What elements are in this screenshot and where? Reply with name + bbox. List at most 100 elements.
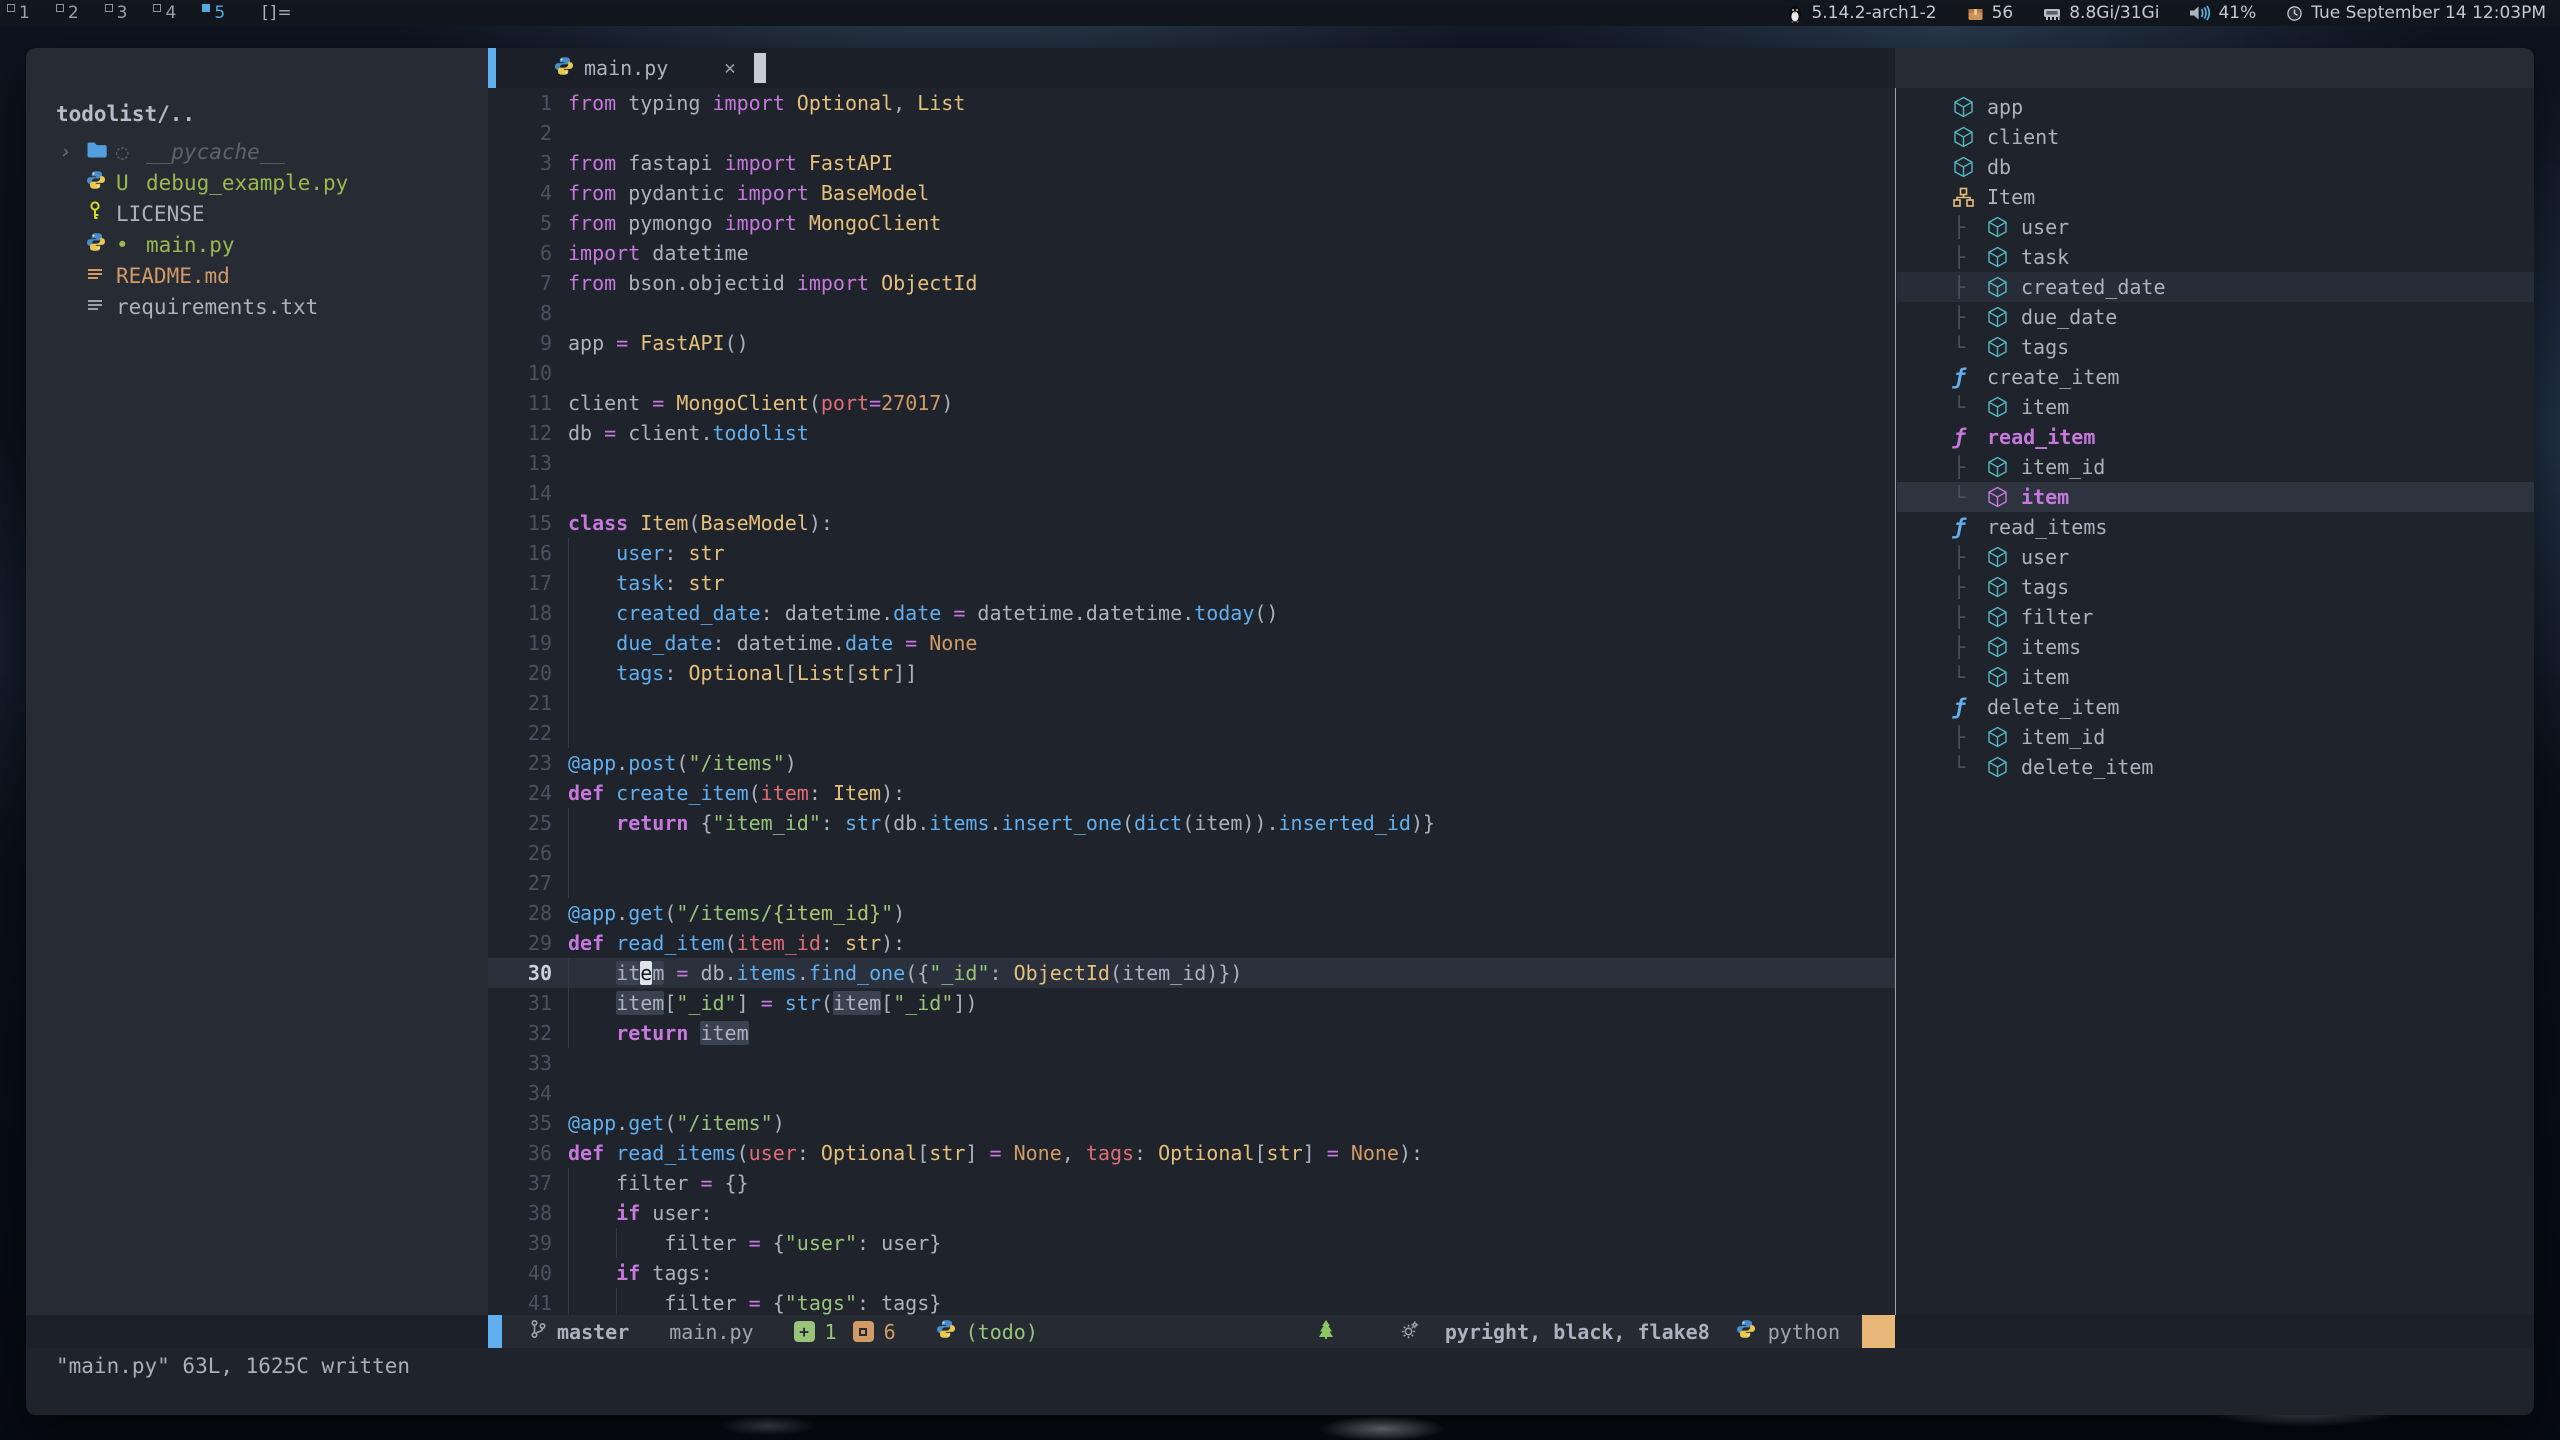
tree-item-LICENSE[interactable]: LICENSE: [26, 198, 488, 229]
workspace-tab-2[interactable]: 2: [49, 0, 98, 26]
outline-item-user[interactable]: ├user: [1897, 212, 2534, 242]
tree-item-debug_example.py[interactable]: Udebug_example.py: [26, 167, 488, 198]
code-line[interactable]: 17 task: str: [488, 568, 1895, 598]
clock-icon: [2286, 5, 2303, 22]
buffer-tab[interactable]: main.py: [554, 56, 668, 81]
workspace-tab-1[interactable]: 1: [0, 0, 49, 26]
code-line[interactable]: 14: [488, 478, 1895, 508]
code-text: client = MongoClient(port=27017): [552, 388, 1895, 418]
outline-item-delete_item[interactable]: ƒdelete_item: [1897, 692, 2534, 722]
git-status-badge: ◌: [116, 140, 146, 164]
file-explorer-root[interactable]: todolist/..: [26, 96, 488, 136]
code-line[interactable]: 11client = MongoClient(port=27017): [488, 388, 1895, 418]
line-number: 25: [488, 808, 552, 838]
outline-item-user[interactable]: ├user: [1897, 542, 2534, 572]
outline-item-create_item[interactable]: ƒcreate_item: [1897, 362, 2534, 392]
outline-item-app[interactable]: app: [1897, 92, 2534, 122]
close-buffer-icon[interactable]: ✕: [724, 57, 735, 79]
code-line[interactable]: 29def read_item(item_id: str):: [488, 928, 1895, 958]
code-line[interactable]: 15class Item(BaseModel):: [488, 508, 1895, 538]
code-line[interactable]: 34: [488, 1078, 1895, 1108]
outline-item-items[interactable]: ├items: [1897, 632, 2534, 662]
line-number: 20: [488, 658, 552, 688]
tree-connector: ├: [1953, 305, 1987, 329]
outline-item-tags[interactable]: └tags: [1897, 332, 2534, 362]
code-line[interactable]: 37 filter = {}: [488, 1168, 1895, 1198]
code-text: [552, 1048, 1895, 1078]
code-line[interactable]: 30 item = db.items.find_one({"_id": Obje…: [488, 958, 1895, 988]
outline-item-item_id[interactable]: ├item_id: [1897, 722, 2534, 752]
outline-item-Item[interactable]: Item: [1897, 182, 2534, 212]
code-line[interactable]: 19 due_date: datetime.date = None: [488, 628, 1895, 658]
code-line[interactable]: 6import datetime: [488, 238, 1895, 268]
code-line[interactable]: 40 if tags:: [488, 1258, 1895, 1288]
code-line[interactable]: 39 filter = {"user": user}: [488, 1228, 1895, 1258]
window-separator[interactable]: [1895, 88, 1897, 1315]
code-line[interactable]: 27: [488, 868, 1895, 898]
code-line[interactable]: 5from pymongo import MongoClient: [488, 208, 1895, 238]
outline-item-read_items[interactable]: ƒread_items: [1897, 512, 2534, 542]
code-text: if tags:: [552, 1258, 1895, 1288]
code-line[interactable]: 26: [488, 838, 1895, 868]
line-number: 26: [488, 838, 552, 868]
code-line[interactable]: 41 filter = {"tags": tags}: [488, 1288, 1895, 1315]
code-line[interactable]: 4from pydantic import BaseModel: [488, 178, 1895, 208]
code-line[interactable]: 22: [488, 718, 1895, 748]
outline-item-filter[interactable]: ├filter: [1897, 602, 2534, 632]
tree-item-main.py[interactable]: •main.py: [26, 229, 488, 260]
code-line[interactable]: 21: [488, 688, 1895, 718]
line-number: 12: [488, 418, 552, 448]
code-line[interactable]: 18 created_date: datetime.date = datetim…: [488, 598, 1895, 628]
workspace-tab-4[interactable]: 4: [146, 0, 195, 26]
outline-item-item[interactable]: └item: [1897, 392, 2534, 422]
outline-item-read_item[interactable]: ƒread_item: [1897, 422, 2534, 452]
code-line[interactable]: 23@app.post("/items"): [488, 748, 1895, 778]
layout-indicator[interactable]: []=: [244, 3, 311, 23]
code-line[interactable]: 7from bson.objectid import ObjectId: [488, 268, 1895, 298]
outline-item-due_date[interactable]: ├due_date: [1897, 302, 2534, 332]
code-line[interactable]: 10: [488, 358, 1895, 388]
code-line[interactable]: 32 return item: [488, 1018, 1895, 1048]
tree-item-requirements.txt[interactable]: requirements.txt: [26, 291, 488, 322]
outline-item-item_id[interactable]: ├item_id: [1897, 452, 2534, 482]
code-editor[interactable]: 1from typing import Optional, List23from…: [488, 88, 1895, 1315]
code-line[interactable]: 13: [488, 448, 1895, 478]
code-line[interactable]: 33: [488, 1048, 1895, 1078]
symbols-outline: appclientdbItem├user├task├created_date├d…: [1897, 88, 2534, 1315]
code-line[interactable]: 3from fastapi import FastAPI: [488, 148, 1895, 178]
outline-item-tags[interactable]: ├tags: [1897, 572, 2534, 602]
code-line[interactable]: 8: [488, 298, 1895, 328]
code-line[interactable]: 35@app.get("/items"): [488, 1108, 1895, 1138]
outline-item-client[interactable]: client: [1897, 122, 2534, 152]
variable-icon: [1987, 216, 2021, 238]
outline-item-item[interactable]: └item: [1897, 662, 2534, 692]
code-line[interactable]: 31 item["_id"] = str(item["_id"]): [488, 988, 1895, 1018]
tree-item-__pycache__[interactable]: ›◌__pycache__: [26, 136, 488, 167]
code-line[interactable]: 24def create_item(item: Item):: [488, 778, 1895, 808]
code-line[interactable]: 9app = FastAPI(): [488, 328, 1895, 358]
code-line[interactable]: 28@app.get("/items/{item_id}"): [488, 898, 1895, 928]
code-line[interactable]: 38 if user:: [488, 1198, 1895, 1228]
outline-item-db[interactable]: db: [1897, 152, 2534, 182]
code-line[interactable]: 2: [488, 118, 1895, 148]
workspace-tab-5[interactable]: 5: [195, 0, 244, 26]
code-line[interactable]: 36def read_items(user: Optional[str] = N…: [488, 1138, 1895, 1168]
outline-item-created_date[interactable]: ├created_date: [1897, 272, 2534, 302]
outline-item-task[interactable]: ├task: [1897, 242, 2534, 272]
code-line[interactable]: 16 user: str: [488, 538, 1895, 568]
code-line[interactable]: 25 return {"item_id": str(db.items.inser…: [488, 808, 1895, 838]
git-diff-changed: 6: [853, 1320, 896, 1344]
workspace-tab-3[interactable]: 3: [98, 0, 147, 26]
code-line[interactable]: 20 tags: Optional[List[str]]: [488, 658, 1895, 688]
outline-item-item[interactable]: └item: [1897, 482, 2534, 512]
outline-item-delete_item[interactable]: └delete_item: [1897, 752, 2534, 782]
tree-connector: ├: [1953, 575, 1987, 599]
tree-item-README.md[interactable]: README.md: [26, 260, 488, 291]
code-line[interactable]: 1from typing import Optional, List: [488, 88, 1895, 118]
code-text: class Item(BaseModel):: [552, 508, 1895, 538]
tree-connector: ├: [1953, 605, 1987, 629]
tree-connector: ├: [1953, 245, 1987, 269]
code-line[interactable]: 12db = client.todolist: [488, 418, 1895, 448]
line-number: 19: [488, 628, 552, 658]
line-number: 9: [488, 328, 552, 358]
